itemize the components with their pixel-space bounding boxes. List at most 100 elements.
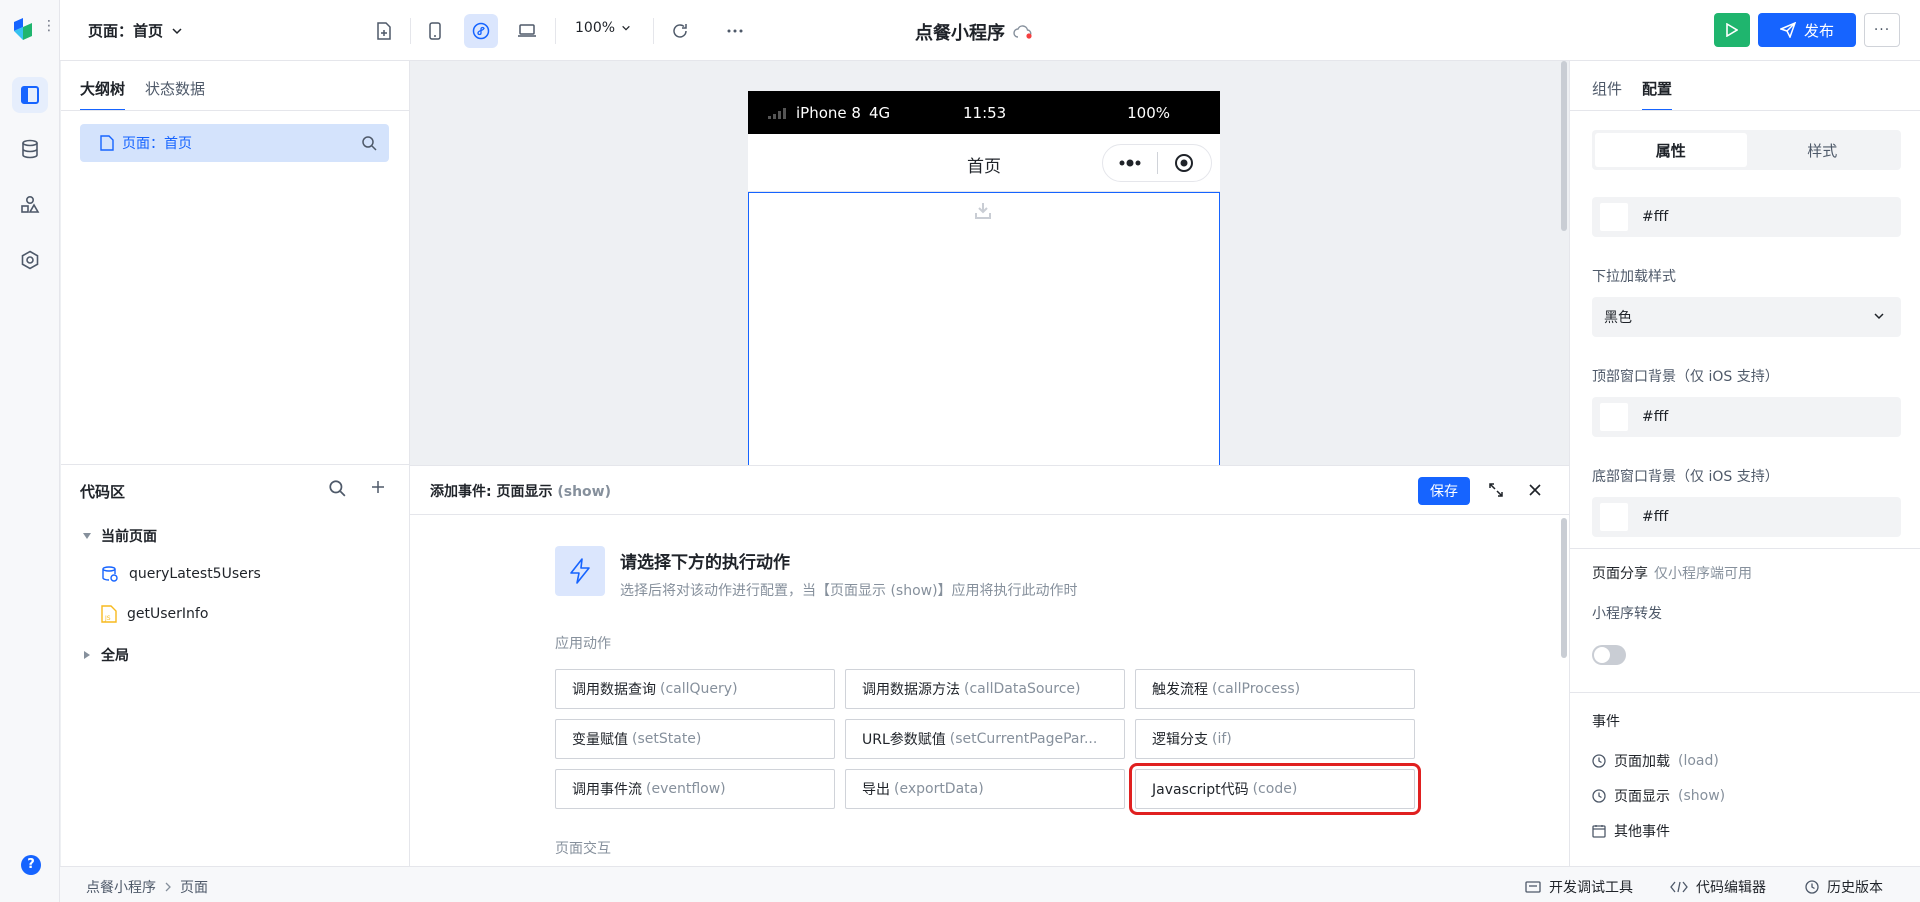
outline-page-node[interactable]: 页面：首页 xyxy=(80,124,389,162)
event-other[interactable]: 其他事件 xyxy=(1592,821,1670,841)
action-label: 调用数据查询 xyxy=(572,682,656,698)
more-options-icon[interactable] xyxy=(718,14,752,48)
rail-database-icon[interactable] xyxy=(12,131,48,167)
miniprogram-view-icon[interactable] xyxy=(464,14,498,48)
action-export-data[interactable]: 导出 (exportData) xyxy=(845,769,1125,809)
color-swatch[interactable] xyxy=(1600,203,1628,231)
capsule-close-icon[interactable] xyxy=(1157,153,1211,173)
run-button[interactable] xyxy=(1714,13,1750,47)
rail-components-icon[interactable] xyxy=(12,187,48,223)
clock-icon xyxy=(1592,754,1606,768)
pull-style-label: 下拉加载样式 xyxy=(1592,269,1676,285)
page-selector-label: 页面：首页 xyxy=(88,22,164,40)
action-set-state[interactable]: 变量赋值 (setState) xyxy=(555,719,835,759)
color-field-1[interactable]: #fff xyxy=(1592,197,1901,237)
js-file-icon: JS xyxy=(101,605,117,623)
desktop-view-icon[interactable] xyxy=(510,14,544,48)
seg-properties[interactable]: 属性 xyxy=(1595,133,1747,167)
history-icon xyxy=(1805,880,1819,894)
events-title: 事件 xyxy=(1592,714,1620,730)
capsule-more-icon[interactable] xyxy=(1103,159,1157,167)
action-javascript-code[interactable]: Javascript代码 (code) xyxy=(1129,763,1421,815)
code-editor-button[interactable]: 代码编辑器 xyxy=(1670,877,1766,897)
canvas-scrollbar[interactable] xyxy=(1561,61,1567,231)
color-value: #fff xyxy=(1642,209,1669,225)
action-code: (setCurrentPagePar... xyxy=(949,731,1098,747)
rail-outline-icon[interactable] xyxy=(12,77,48,113)
refresh-icon[interactable] xyxy=(663,14,697,48)
event-editor: 添加事件: 页面显示 (show) 保存 请选择下方的执行动作 选择后将对该动作… xyxy=(410,465,1569,866)
code-group-current-page[interactable]: 当前页面 xyxy=(83,526,157,546)
code-group-global[interactable]: 全局 xyxy=(83,645,129,665)
tab-components[interactable]: 组件 xyxy=(1592,78,1622,111)
action-call-process[interactable]: 触发流程 (callProcess) xyxy=(1135,669,1415,709)
search-icon[interactable] xyxy=(361,135,377,151)
action-label: Javascript代码 xyxy=(1152,782,1249,798)
pull-style-select[interactable]: 黑色 xyxy=(1592,297,1901,337)
tab-state-data[interactable]: 状态数据 xyxy=(145,78,205,111)
top-bg-field[interactable]: #fff xyxy=(1592,397,1901,437)
zoom-select[interactable]: 100% xyxy=(575,20,631,36)
chevron-down-icon xyxy=(1874,313,1884,320)
code-item-query[interactable]: queryLatest5Users xyxy=(101,565,261,583)
publish-button[interactable]: 发布 xyxy=(1758,13,1856,47)
property-style-switch: 属性 样式 xyxy=(1592,130,1901,170)
app-menu-icon[interactable]: ⋮ xyxy=(42,18,56,34)
outline-page-label: 页面：首页 xyxy=(122,136,192,152)
phone-carrier: iPhone 8 xyxy=(796,103,861,122)
code-item-query-label: queryLatest5Users xyxy=(129,566,261,582)
rail-settings-icon[interactable] xyxy=(12,242,48,278)
tab-config[interactable]: 配置 xyxy=(1642,78,1673,111)
breadcrumb-page[interactable]: 页面 xyxy=(180,877,208,897)
history-button[interactable]: 历史版本 xyxy=(1805,877,1883,897)
help-icon[interactable]: ? xyxy=(21,855,41,875)
add-page-icon[interactable] xyxy=(367,14,401,48)
top-bg-label: 顶部窗口背景（仅 iOS 支持） xyxy=(1592,369,1779,385)
expand-icon[interactable] xyxy=(1486,480,1506,500)
color-value: #fff xyxy=(1642,409,1669,425)
mobile-view-icon[interactable] xyxy=(418,14,452,48)
hint-title: 请选择下方的执行动作 xyxy=(620,553,790,573)
miniprogram-capsule xyxy=(1102,144,1212,182)
app-title: 点餐小程序 xyxy=(915,19,1033,45)
event-page-show[interactable]: 页面显示 (show) xyxy=(1592,786,1725,806)
svg-text:JS: JS xyxy=(104,615,111,622)
calendar-icon xyxy=(1592,825,1606,838)
page-share-section: 页面分享 仅小程序端可用 xyxy=(1592,563,1752,583)
chevron-down-icon xyxy=(172,27,182,34)
action-if[interactable]: 逻辑分支 (if) xyxy=(1135,719,1415,759)
color-swatch[interactable] xyxy=(1600,403,1628,431)
action-eventflow[interactable]: 调用事件流 (eventflow) xyxy=(555,769,835,809)
action-code: (code) xyxy=(1252,781,1298,797)
page-selector[interactable]: 页面：首页 xyxy=(88,20,183,41)
close-icon[interactable] xyxy=(1525,480,1545,500)
action-call-query[interactable]: 调用数据查询 (callQuery) xyxy=(555,669,835,709)
color-swatch[interactable] xyxy=(1600,503,1628,531)
code-group-current-page-label: 当前页面 xyxy=(101,529,157,545)
more-button[interactable]: ··· xyxy=(1864,13,1900,47)
bottom-bg-field[interactable]: #fff xyxy=(1592,497,1901,537)
add-icon[interactable] xyxy=(370,479,386,495)
code-icon xyxy=(1670,881,1688,893)
event-page-load[interactable]: 页面加载 (load) xyxy=(1592,751,1719,771)
event-code: (show) xyxy=(1678,788,1726,804)
event-editor-title-text: 添加事件: 页面显示 xyxy=(430,484,553,500)
action-label: URL参数赋值 xyxy=(862,732,946,748)
breadcrumb-app[interactable]: 点餐小程序 xyxy=(86,877,156,897)
forward-toggle[interactable] xyxy=(1592,645,1626,665)
debug-tools-button[interactable]: 开发调试工具 xyxy=(1525,877,1633,897)
seg-style[interactable]: 样式 xyxy=(1747,133,1899,167)
phone-nav-bar: 首页 xyxy=(748,134,1220,192)
app-logo[interactable] xyxy=(10,16,36,42)
save-button[interactable]: 保存 xyxy=(1418,477,1470,505)
action-label: 逻辑分支 xyxy=(1152,732,1208,748)
action-call-datasource[interactable]: 调用数据源方法 (callDataSource) xyxy=(845,669,1125,709)
action-code: (if) xyxy=(1212,731,1232,747)
code-item-js[interactable]: JS getUserInfo xyxy=(101,605,208,623)
action-set-url-params[interactable]: URL参数赋值 (setCurrentPagePar... xyxy=(845,719,1125,759)
editor-scrollbar[interactable] xyxy=(1561,518,1567,658)
phone-page-body[interactable] xyxy=(748,192,1220,465)
search-icon[interactable] xyxy=(328,479,346,497)
design-canvas: iPhone 8 4G 11:53 100% 首页 xyxy=(410,61,1569,465)
tab-outline-tree[interactable]: 大纲树 xyxy=(80,78,126,111)
